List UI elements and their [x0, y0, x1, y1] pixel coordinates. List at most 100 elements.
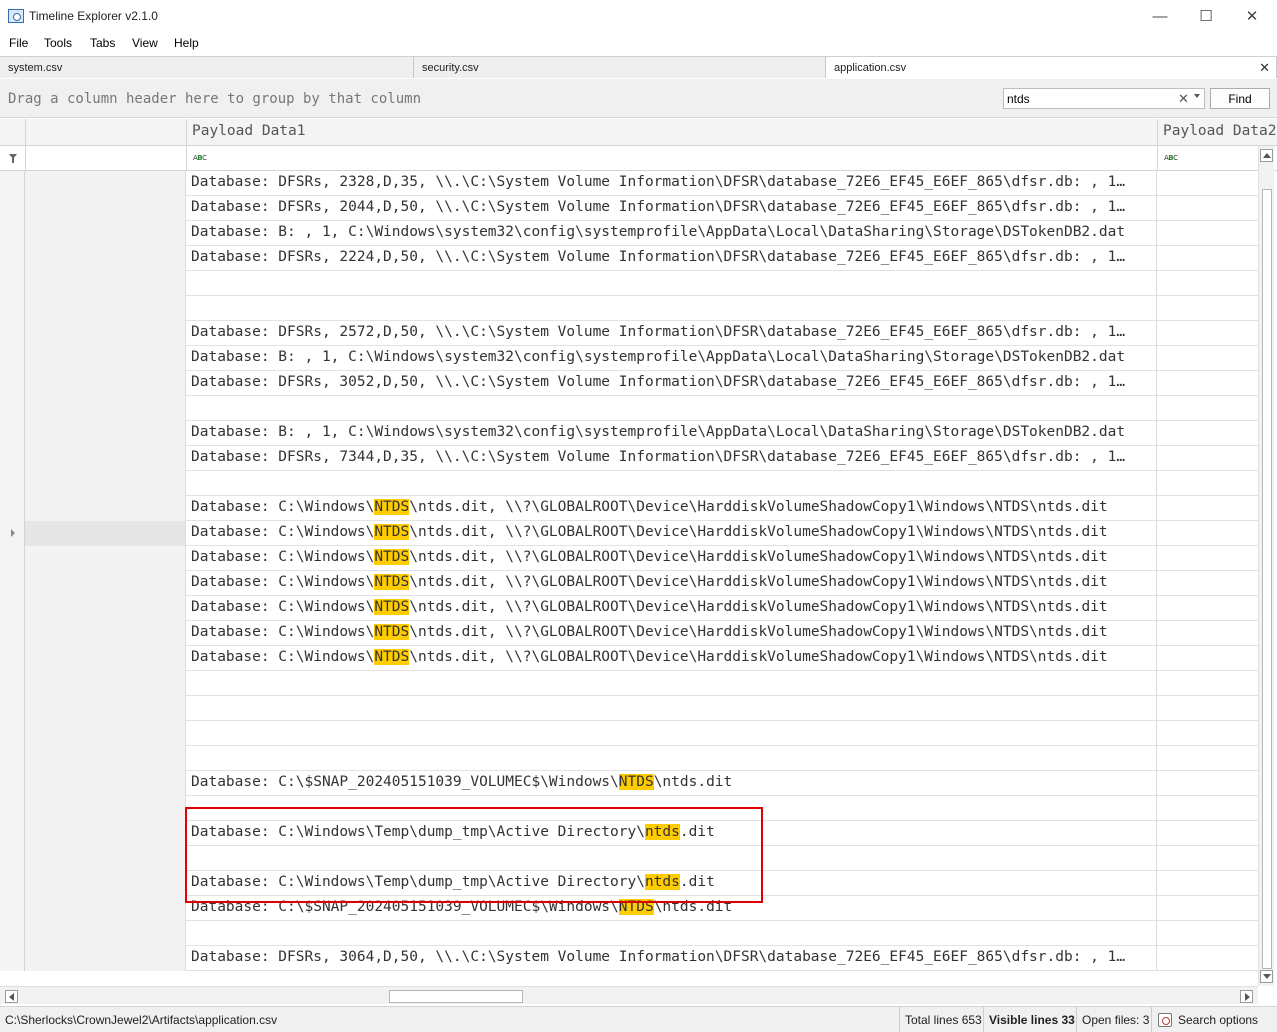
- cell-blank[interactable]: [25, 321, 186, 346]
- cell-payload-data1[interactable]: Database: B: , 1, C:\Windows\system32\co…: [187, 221, 1157, 246]
- table-row[interactable]: Database: C:\Windows\Temp\dump_tmp\Activ…: [0, 821, 1258, 846]
- cell-payload-data2[interactable]: [1158, 821, 1258, 846]
- vertical-scrollbar[interactable]: [1258, 146, 1274, 986]
- cell-blank[interactable]: [25, 496, 186, 521]
- column-header-payload-data2[interactable]: Payload Data2: [1157, 119, 1277, 146]
- row-indicator[interactable]: [0, 371, 25, 396]
- cell-blank[interactable]: [25, 896, 186, 921]
- cell-payload-data2[interactable]: [1158, 771, 1258, 796]
- cell-payload-data2[interactable]: [1158, 646, 1258, 671]
- horizontal-scroll-thumb[interactable]: [389, 990, 523, 1003]
- menu-file[interactable]: File: [9, 36, 28, 50]
- cell-payload-data2[interactable]: [1158, 371, 1258, 396]
- cell-payload-data2[interactable]: [1158, 396, 1258, 421]
- cell-payload-data1[interactable]: Database: C:\Windows\NTDS\ntds.dit, \\?\…: [187, 496, 1157, 521]
- cell-blank[interactable]: [25, 946, 186, 971]
- table-row[interactable]: Database: DFSRs, 3052,D,50, \\.\C:\Syste…: [0, 371, 1258, 396]
- table-row[interactable]: Database: C:\Windows\NTDS\ntds.dit, \\?\…: [0, 546, 1258, 571]
- cell-blank[interactable]: [25, 396, 186, 421]
- scroll-right-icon[interactable]: [1240, 990, 1253, 1003]
- row-indicator[interactable]: [0, 271, 25, 296]
- row-indicator[interactable]: [0, 321, 25, 346]
- row-indicator[interactable]: [0, 871, 25, 896]
- table-row[interactable]: Database: C:\Windows\NTDS\ntds.dit, \\?\…: [0, 496, 1258, 521]
- tab-system-csv[interactable]: system.csv: [0, 57, 414, 78]
- cell-payload-data1[interactable]: [187, 696, 1157, 721]
- find-button[interactable]: Find: [1210, 88, 1270, 109]
- row-indicator[interactable]: [0, 646, 25, 671]
- close-button[interactable]: ✕: [1229, 0, 1275, 32]
- table-row[interactable]: [0, 921, 1258, 946]
- cell-blank[interactable]: [25, 721, 186, 746]
- scroll-up-icon[interactable]: [1260, 149, 1273, 162]
- cell-payload-data2[interactable]: [1158, 596, 1258, 621]
- cell-payload-data1[interactable]: [187, 271, 1157, 296]
- cell-payload-data1[interactable]: Database: C:\Windows\NTDS\ntds.dit, \\?\…: [187, 596, 1157, 621]
- table-row[interactable]: Database: DFSRs, 2328,D,35, \\.\C:\Syste…: [0, 171, 1258, 196]
- table-row[interactable]: [0, 746, 1258, 771]
- row-indicator[interactable]: [0, 696, 25, 721]
- cell-blank[interactable]: [25, 271, 186, 296]
- menu-view[interactable]: View: [132, 36, 158, 50]
- row-indicator[interactable]: [0, 721, 25, 746]
- maximize-button[interactable]: ☐: [1183, 0, 1229, 32]
- table-row[interactable]: [0, 296, 1258, 321]
- row-indicator[interactable]: [0, 496, 25, 521]
- cell-blank[interactable]: [25, 571, 186, 596]
- row-indicator[interactable]: [0, 796, 25, 821]
- column-header-payload-data1[interactable]: Payload Data1: [186, 119, 1157, 146]
- cell-blank[interactable]: [25, 446, 186, 471]
- search-input[interactable]: ntds: [1003, 88, 1205, 109]
- cell-payload-data1[interactable]: Database: C:\$SNAP_202405151039_VOLUMEC$…: [187, 771, 1157, 796]
- cell-blank[interactable]: [25, 346, 186, 371]
- menu-tabs[interactable]: Tabs: [90, 36, 115, 50]
- row-indicator[interactable]: [0, 296, 25, 321]
- cell-blank[interactable]: [25, 671, 186, 696]
- cell-payload-data1[interactable]: Database: C:\Windows\Temp\dump_tmp\Activ…: [187, 821, 1157, 846]
- row-indicator[interactable]: [0, 246, 25, 271]
- row-indicator[interactable]: [0, 446, 25, 471]
- cell-payload-data1[interactable]: Database: DFSRs, 2328,D,35, \\.\C:\Syste…: [187, 171, 1157, 196]
- table-row[interactable]: Database: DFSRs, 2224,D,50, \\.\C:\Syste…: [0, 246, 1258, 271]
- cell-blank[interactable]: [25, 796, 186, 821]
- table-row[interactable]: [0, 471, 1258, 496]
- cell-payload-data2[interactable]: [1158, 271, 1258, 296]
- minimize-button[interactable]: —: [1137, 0, 1183, 32]
- cell-blank[interactable]: [25, 696, 186, 721]
- row-indicator[interactable]: [0, 196, 25, 221]
- cell-payload-data2[interactable]: [1158, 246, 1258, 271]
- cell-payload-data1[interactable]: Database: C:\Windows\Temp\dump_tmp\Activ…: [187, 871, 1157, 896]
- cell-payload-data1[interactable]: Database: DFSRs, 3064,D,50, \\.\C:\Syste…: [187, 946, 1157, 971]
- cell-payload-data1[interactable]: [187, 721, 1157, 746]
- cell-payload-data2[interactable]: [1158, 871, 1258, 896]
- cell-blank[interactable]: [25, 596, 186, 621]
- column-header-blank[interactable]: [25, 119, 186, 146]
- cell-blank[interactable]: [25, 921, 186, 946]
- row-indicator[interactable]: [0, 521, 25, 546]
- row-indicator[interactable]: [0, 421, 25, 446]
- table-row[interactable]: Database: DFSRs, 3064,D,50, \\.\C:\Syste…: [0, 946, 1258, 971]
- cell-payload-data1[interactable]: Database: B: , 1, C:\Windows\system32\co…: [187, 421, 1157, 446]
- cell-payload-data2[interactable]: [1158, 196, 1258, 221]
- cell-payload-data1[interactable]: Database: C:\Windows\NTDS\ntds.dit, \\?\…: [187, 521, 1157, 546]
- table-row[interactable]: [0, 796, 1258, 821]
- cell-blank[interactable]: [25, 621, 186, 646]
- cell-blank[interactable]: [25, 871, 186, 896]
- cell-payload-data2[interactable]: [1158, 221, 1258, 246]
- cell-payload-data2[interactable]: [1158, 346, 1258, 371]
- table-row[interactable]: Database: DFSRs, 2044,D,50, \\.\C:\Syste…: [0, 196, 1258, 221]
- cell-payload-data1[interactable]: Database: DFSRs, 2044,D,50, \\.\C:\Syste…: [187, 196, 1157, 221]
- scroll-down-icon[interactable]: [1260, 970, 1273, 983]
- cell-payload-data1[interactable]: Database: DFSRs, 3052,D,50, \\.\C:\Syste…: [187, 371, 1157, 396]
- table-row[interactable]: [0, 671, 1258, 696]
- table-row[interactable]: [0, 396, 1258, 421]
- cell-blank[interactable]: [25, 421, 186, 446]
- cell-payload-data1[interactable]: Database: C:\Windows\NTDS\ntds.dit, \\?\…: [187, 621, 1157, 646]
- cell-payload-data1[interactable]: [187, 296, 1157, 321]
- cell-payload-data1[interactable]: [187, 396, 1157, 421]
- table-row[interactable]: Database: C:\Windows\NTDS\ntds.dit, \\?\…: [0, 571, 1258, 596]
- cell-payload-data1[interactable]: Database: C:\Windows\NTDS\ntds.dit, \\?\…: [187, 546, 1157, 571]
- search-dropdown-icon[interactable]: [1194, 94, 1200, 98]
- cell-blank[interactable]: [25, 246, 186, 271]
- scroll-left-icon[interactable]: [5, 990, 18, 1003]
